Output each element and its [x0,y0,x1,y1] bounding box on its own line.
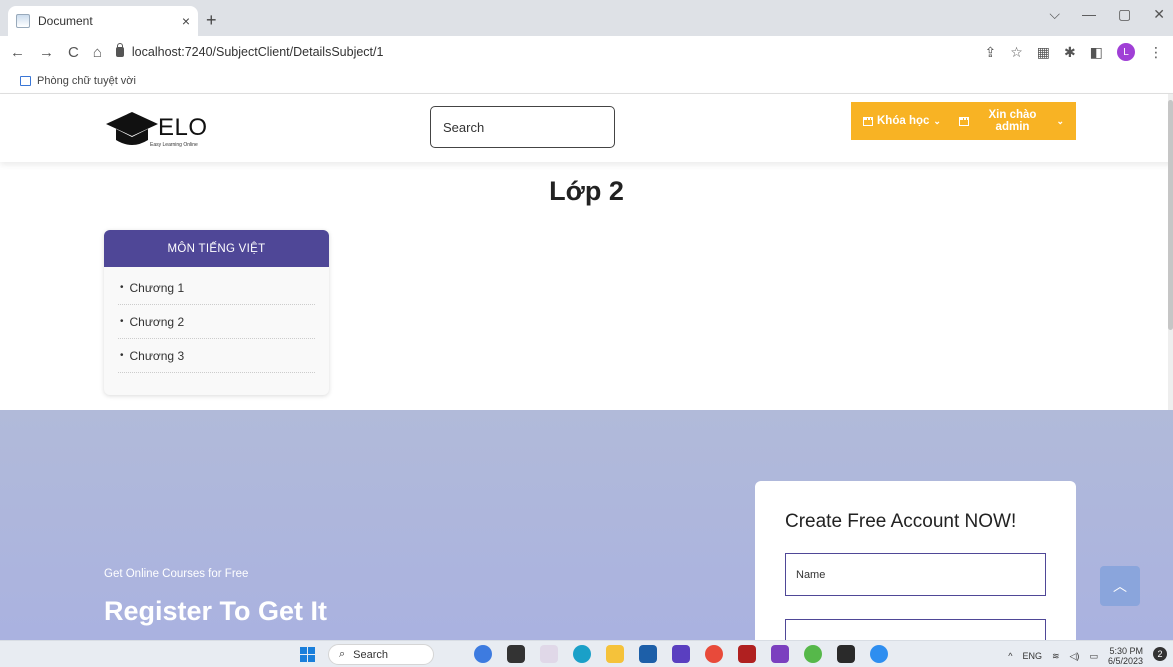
browser-toolbar: ⇪ ☆ ▦ ✱ ◧ L ⋮ [985,43,1163,61]
close-window-icon[interactable]: ✕ [1153,6,1165,23]
language-indicator[interactable]: ENG [1022,651,1042,661]
chapter-item[interactable]: Chương 1 [118,271,315,305]
maximize-icon[interactable]: ▢ [1118,6,1131,23]
url-text: localhost:7240/SubjectClient/DetailsSubj… [131,45,384,59]
table-icon [863,116,873,126]
lock-icon [115,43,124,57]
logo-text: ELO [158,114,208,141]
table-icon [959,116,969,126]
chevron-up-icon: ︿ [1113,578,1127,594]
windows-start-icon[interactable] [300,647,315,662]
chevron-down-icon: ⌄ [1056,115,1064,126]
chapter-list: Chương 1 Chương 2 Chương 3 [104,267,329,373]
visual-studio-code-icon[interactable] [672,645,690,663]
battery-icon[interactable]: ▭ [1089,651,1098,662]
search-icon: ⌕ [339,648,346,660]
register-section: Get Online Courses for Free Register To … [0,410,1173,667]
app-red-icon[interactable] [738,645,756,663]
courses-menu-label: Khóa học [877,115,930,127]
new-tab-icon[interactable]: + [206,10,217,31]
mail-icon[interactable] [639,645,657,663]
bookmarks-bar: Phòng chữ tuyệt vời [0,68,1173,94]
wifi-icon[interactable]: ≋ [1052,651,1060,662]
page-favicon-icon [16,14,30,28]
share-icon[interactable]: ⇪ [985,44,997,61]
flag-icon [20,75,31,86]
page-title: Lớp 2 [549,176,624,206]
site-header: ELO Easy Learning Online Khóa học ⌄ Xin … [0,94,1173,162]
bing-app-icon[interactable] [474,645,492,663]
register-subtitle: Get Online Courses for Free [104,568,249,580]
close-tab-icon[interactable]: × [182,13,190,29]
taskbar-search-label: Search [353,648,389,661]
back-icon[interactable]: ← [10,44,25,61]
system-tray: ^ ENG ≋ ◁) ▭ 5:30 PM 6/5/2023 [1008,646,1143,666]
chapter-item[interactable]: Chương 2 [118,305,315,339]
subject-card: MÔN TIẾNG VIỆT Chương 1 Chương 2 Chương … [104,230,329,395]
create-account-title: Create Free Account NOW! [785,511,1017,532]
edge-icon[interactable] [573,645,591,663]
user-menu-button[interactable]: Xin chào admin ⌄ [947,102,1076,140]
chevron-down-icon: ⌄ [933,115,941,126]
os-taskbar: ⌕ Search ^ ENG ≋ ◁) ▭ 5:30 PM 6/5/2023 2 [0,640,1173,667]
home-icon[interactable]: ⌂ [93,44,102,61]
bookmark-item[interactable]: Phòng chữ tuyệt vời [37,75,136,87]
site-logo[interactable]: ELO Easy Learning Online [104,104,214,152]
site-search-input[interactable] [430,106,615,148]
url-field[interactable]: localhost:7240/SubjectClient/DetailsSubj… [115,43,985,59]
clock-time: 5:30 PM [1109,646,1143,656]
tab-search-dropdown-icon[interactable]: ⌵ [1049,6,1060,23]
puzzle-icon[interactable]: ✱ [1064,44,1076,61]
clock[interactable]: 5:30 PM 6/5/2023 [1108,646,1143,666]
subject-title: MÔN TIẾNG VIỆT [104,230,329,267]
tray-chevron-up-icon[interactable]: ^ [1008,651,1012,661]
app-green-icon[interactable] [804,645,822,663]
forward-icon[interactable]: → [39,44,54,61]
volume-icon[interactable]: ◁) [1070,651,1080,662]
scrollbar-thumb[interactable] [1168,100,1173,330]
bookmark-star-icon[interactable]: ☆ [1010,44,1023,61]
notification-badge[interactable]: 2 [1153,647,1167,661]
address-bar: ← → C ⌂ localhost:7240/SubjectClient/Det… [0,36,1173,68]
minimize-icon[interactable]: — [1082,6,1096,23]
zalo-icon[interactable] [870,645,888,663]
profile-avatar[interactable]: L [1117,43,1135,61]
more-menu-icon[interactable]: ⋮ [1149,44,1163,61]
browser-tab-bar: Document × + ⌵ — ▢ ✕ [0,0,1173,36]
tab-title: Document [38,14,93,28]
extension-icon[interactable]: ▦ [1037,44,1050,61]
terminal-icon[interactable] [837,645,855,663]
side-panel-icon[interactable]: ◧ [1090,44,1103,61]
window-controls: ⌵ — ▢ ✕ [1049,6,1165,23]
name-input[interactable] [785,553,1046,596]
taskbar-search[interactable]: ⌕ Search [328,644,434,665]
file-explorer-icon[interactable] [606,645,624,663]
logo-tagline: Easy Learning Online [150,142,198,148]
chrome-icon[interactable] [705,645,723,663]
chapter-item[interactable]: Chương 3 [118,339,315,373]
user-menu-label: Xin chào admin [988,109,1037,133]
task-view-icon[interactable] [507,645,525,663]
clock-date: 6/5/2023 [1107,656,1143,666]
visual-studio-icon[interactable] [771,645,789,663]
widgets-icon[interactable] [540,645,558,663]
reload-icon[interactable]: C [68,44,79,61]
taskbar-apps [474,645,888,663]
register-heading: Register To Get It [104,596,328,626]
browser-tab[interactable]: Document × [8,6,198,36]
courses-menu-button[interactable]: Khóa học ⌄ [851,102,953,140]
back-to-top-button[interactable]: ︿ [1100,566,1140,606]
